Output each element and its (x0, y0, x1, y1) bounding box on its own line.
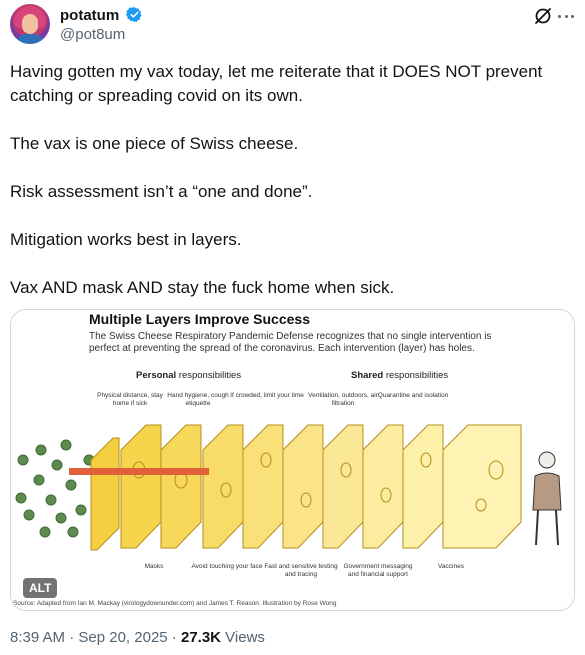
author-display-name[interactable]: potatum (60, 7, 119, 24)
layer-label: Government messaging and financial suppo… (343, 563, 413, 578)
group-label-shared: Shared responsibilities (351, 370, 448, 381)
virus-particles (15, 439, 95, 538)
author-handle[interactable]: @pot8um (60, 26, 125, 44)
layer-label: Ventilation, outdoors, air filtration (308, 392, 378, 407)
tweet-paragraph: Having gotten my vax today, let me reite… (10, 62, 543, 105)
layer-label: Avoid touching your face (191, 563, 263, 570)
more-dot (558, 14, 561, 18)
group-label-shared-bold: Shared (351, 370, 384, 381)
layer-label: Hand hygiene, cough etiquette (167, 392, 229, 407)
more-dot (564, 14, 568, 18)
avatar-shirt (16, 34, 44, 44)
meta-separator: · (167, 629, 181, 646)
tweet-meta: 8:39 AM · Sep 20, 2025 · 27.3K Views (10, 628, 265, 648)
layer-label: If crowded, limit your time (230, 392, 304, 399)
tweet-paragraph: Risk assessment isn’t a “one and done”. (10, 182, 313, 201)
transmission-arrow (69, 468, 209, 475)
tweet-text: Having gotten my vax today, let me reite… (10, 60, 570, 300)
views-count[interactable]: 27.3K (181, 629, 221, 646)
figure-title: Multiple Layers Improve Success (89, 311, 310, 327)
avatar[interactable] (10, 4, 50, 44)
person-figure (532, 451, 562, 546)
figure-subtitle: The Swiss Cheese Respiratory Pandemic De… (89, 331, 492, 354)
avatar-face (22, 14, 38, 34)
more-dot (571, 14, 574, 18)
group-label-personal: Personal responsibilities (136, 370, 241, 381)
tweet-time[interactable]: 8:39 AM (10, 629, 65, 646)
tweet-date[interactable]: Sep 20, 2025 (78, 629, 167, 646)
alt-badge[interactable]: ALT (23, 578, 58, 598)
grok-icon[interactable] (533, 6, 553, 26)
verified-badge-icon (126, 7, 142, 23)
layer-label: Fast and sensitive testing and tracing (264, 563, 338, 578)
meta-separator: · (65, 629, 79, 646)
layer-label: Vaccines (438, 563, 464, 570)
layer-label: Quarantine and isolation (377, 392, 449, 399)
author-name-row[interactable]: potatum (60, 6, 143, 25)
attached-image[interactable]: Multiple Layers Improve Success The Swis… (10, 309, 575, 611)
tweet-paragraph: Vax AND mask AND stay the fuck home when… (10, 278, 395, 297)
layer-label: Masks (144, 563, 164, 570)
views-label: Views (221, 629, 265, 646)
group-label-personal-rest: responsibilities (176, 370, 242, 381)
more-options-icon[interactable] (557, 6, 575, 26)
cheese-slices (90, 424, 522, 551)
tweet-header: potatum @pot8um (10, 4, 575, 46)
group-label-personal-bold: Personal (136, 370, 177, 381)
tweet-paragraph: Mitigation works best in layers. (10, 230, 242, 249)
tweet-paragraph: The vax is one piece of Swiss cheese. (10, 134, 299, 153)
group-label-shared-rest: responsibilities (383, 370, 449, 381)
figure-source: Source: Adapted from Ian M. Mackay (viro… (13, 600, 337, 607)
